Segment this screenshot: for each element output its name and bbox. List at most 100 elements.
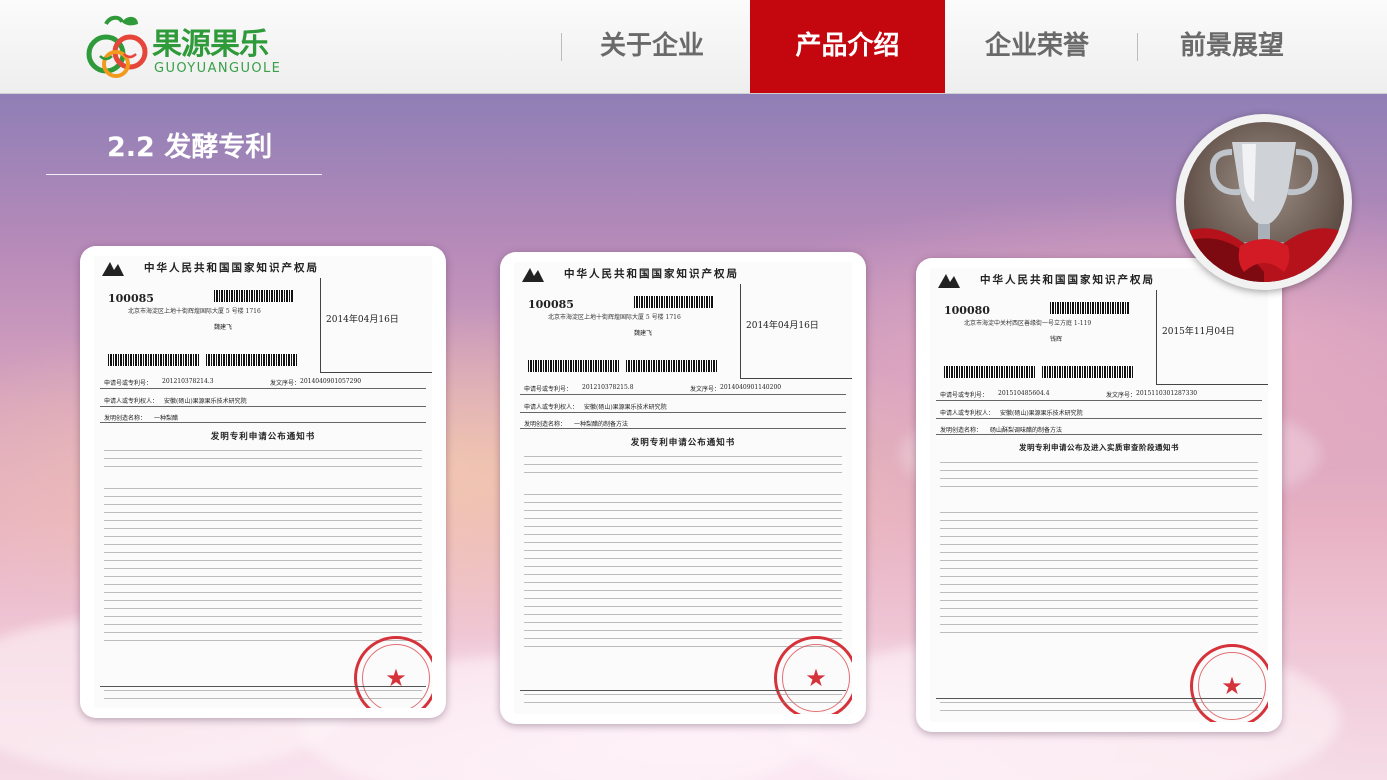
invention-label: 发明创造名称： <box>104 415 147 422</box>
applicant: 安徽(砀山)果源果乐技术研究院 <box>1000 410 1083 417</box>
brand-name-en: GUOYUANGUOLE <box>154 61 282 76</box>
divider <box>100 422 426 423</box>
divider <box>936 434 1262 435</box>
patent-document: 中华人民共和国国家知识产权局 100085 北京市海淀区上地十街辉煌国际大厦 5… <box>94 256 432 708</box>
app-no-label: 申请号或专利号： <box>104 380 153 387</box>
divider <box>520 428 846 429</box>
app-no-label: 申请号或专利号： <box>940 392 989 399</box>
nav-separator <box>1137 33 1138 61</box>
barcode <box>108 354 200 366</box>
barcode <box>1042 366 1134 378</box>
nav-label: 产品介绍 <box>795 31 900 61</box>
recipient: 魏建飞 <box>634 330 653 337</box>
top-header: 果源果乐 GUOYUANGUOLE 关于企业 产品介绍 企业荣誉 前景展望 <box>0 0 1387 94</box>
applicant-label: 申请人或专利权人： <box>104 398 159 405</box>
patent-document-card[interactable]: 中华人民共和国国家知识产权局 100085 北京市海淀区上地十街辉煌国际大厦 5… <box>80 246 446 718</box>
app-no: 201210378215.8 <box>582 384 634 391</box>
footer-text <box>104 690 422 706</box>
divider <box>520 412 846 413</box>
issue-date: 2014年04月16日 <box>326 315 399 325</box>
patent-document: 中华人民共和国国家知识产权局 100080 北京市海淀中关村西区善缘街一号立方庭… <box>930 268 1268 722</box>
notice-title: 发明专利申请公布通知书 <box>630 438 736 448</box>
doc-no: 2014040901140200 <box>720 384 782 391</box>
doc-no: 2015110301287330 <box>1136 390 1198 397</box>
nav-product-intro[interactable]: 产品介绍 <box>750 0 945 93</box>
applicant-label: 申请人或专利权人： <box>940 410 995 417</box>
doc-no-label: 发文序号： <box>270 380 301 387</box>
date-box <box>320 278 432 373</box>
app-no: 201510485604.4 <box>998 390 1050 397</box>
patent-document-card[interactable]: 中华人民共和国国家知识产权局 100085 北京市海淀区上地十街辉煌国际大厦 5… <box>500 252 866 724</box>
notice-hints-text <box>524 494 842 648</box>
nav-about-company[interactable]: 关于企业 <box>570 0 734 93</box>
applicant: 安徽(砀山)果源果乐技术研究院 <box>164 398 247 405</box>
notice-title: 发明专利申请公布及进入实质审查阶段通知书 <box>1019 443 1179 452</box>
issuing-office: 中华人民共和国国家知识产权局 <box>564 268 739 280</box>
divider <box>936 418 1262 419</box>
content-stage: 2.2 发酵专利 中华人民共和国国家知识产权局 100085 北京市海淀区上地十… <box>0 94 1387 780</box>
nav-label: 关于企业 <box>599 31 704 61</box>
nav-separator <box>561 33 562 61</box>
trophy-icon <box>1184 142 1344 282</box>
applicant-label: 申请人或专利权人： <box>524 404 579 411</box>
divider <box>100 388 426 389</box>
notice-hints-text <box>104 488 422 642</box>
recipient: 魏建飞 <box>214 324 233 331</box>
divider <box>936 400 1262 401</box>
fruit-logo-icon <box>86 15 148 78</box>
invention-label: 发明创造名称： <box>940 427 983 434</box>
trophy-image <box>1184 122 1344 282</box>
barcode <box>626 360 718 372</box>
nav-future-outlook[interactable]: 前景展望 <box>1150 0 1314 93</box>
trophy-badge <box>1176 114 1352 290</box>
issuing-office: 中华人民共和国国家知识产权局 <box>144 262 319 274</box>
nav-label: 企业荣誉 <box>984 31 1089 61</box>
doc-no-label: 发文序号： <box>1106 392 1137 399</box>
cnipa-emblem-icon <box>102 262 124 276</box>
section-title: 2.2 发酵专利 <box>107 132 273 163</box>
notice-hints-text <box>940 512 1258 638</box>
divider <box>520 394 846 395</box>
postcode: 100085 <box>528 298 574 311</box>
invention-label: 发明创造名称： <box>524 421 567 428</box>
issue-date: 2014年04月16日 <box>746 321 819 331</box>
brand-logo[interactable]: 果源果乐 GUOYUANGUOLE <box>86 12 286 82</box>
patent-document: 中华人民共和国国家知识产权局 100085 北京市海淀区上地十街辉煌国际大厦 5… <box>514 262 852 714</box>
nav-company-honors[interactable]: 企业荣誉 <box>955 0 1119 93</box>
mailing-address: 北京市海淀中关村西区善缘街一号立方庭 1-119 <box>964 320 1092 327</box>
postcode: 100085 <box>108 292 154 305</box>
mailing-address: 北京市海淀区上地十街辉煌国际大厦 5 号楼 1716 <box>128 308 261 315</box>
doc-no: 2014040901057290 <box>300 378 362 385</box>
barcode <box>214 290 294 302</box>
barcode <box>206 354 298 366</box>
barcode <box>528 360 620 372</box>
recipient: 钱辉 <box>1050 336 1063 343</box>
notice-title: 发明专利申请公布通知书 <box>210 432 316 442</box>
issuing-office: 中华人民共和国国家知识产权局 <box>980 274 1155 286</box>
footer-divider <box>520 690 846 691</box>
app-no: 201210378214.3 <box>162 378 214 385</box>
barcode <box>944 366 1036 378</box>
cnipa-emblem-icon <box>522 268 544 282</box>
title-underline <box>46 174 322 175</box>
date-box <box>1156 290 1268 385</box>
applicant: 安徽(砀山)果源果乐技术研究院 <box>584 404 667 411</box>
barcode <box>634 296 714 308</box>
cnipa-emblem-icon <box>938 274 960 288</box>
doc-no-label: 发文序号： <box>690 386 721 393</box>
patent-document-card[interactable]: 中华人民共和国国家知识产权局 100080 北京市海淀中关村西区善缘街一号立方庭… <box>916 258 1282 732</box>
issue-date: 2015年11月04日 <box>1162 327 1235 337</box>
mailing-address: 北京市海淀区上地十街辉煌国际大厦 5 号楼 1716 <box>548 314 681 321</box>
brand-name: 果源果乐 <box>152 27 269 62</box>
invention-name: 一种梨醋 <box>154 415 179 422</box>
divider <box>100 406 426 407</box>
invention-name: 一种梨醋的制备方法 <box>574 421 629 428</box>
invention-name: 砀山酥梨调味醋的制备方法 <box>990 427 1063 434</box>
date-box <box>740 284 852 379</box>
notice-body-text <box>940 462 1258 492</box>
postcode: 100080 <box>944 304 990 317</box>
footer-text <box>940 702 1258 718</box>
notice-body-text <box>524 456 842 478</box>
nav-label: 前景展望 <box>1179 31 1284 61</box>
footer-divider <box>936 698 1262 699</box>
